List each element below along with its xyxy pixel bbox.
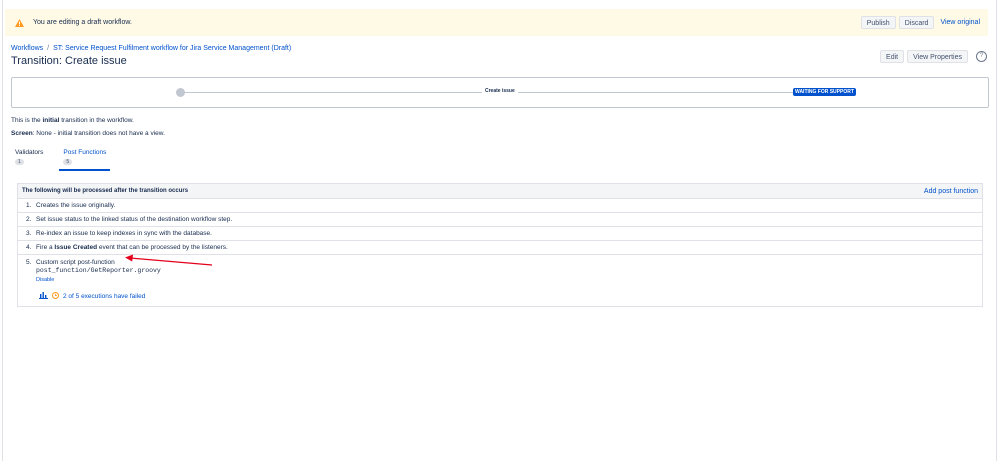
help-icon[interactable]: ? — [976, 51, 987, 62]
info-prefix: This is the — [11, 117, 43, 124]
item4-suffix: event that can be processed by the liste… — [97, 244, 228, 251]
item-number: 5. — [26, 259, 32, 266]
tab-post-functions[interactable]: Post Functions 5 — [59, 149, 111, 171]
panel-title: The following will be processed after th… — [22, 188, 189, 194]
list-item: 2. Set issue status to the linked status … — [18, 213, 982, 227]
transition-diagram: Create issue WAITING FOR SUPPORT — [11, 77, 989, 108]
tab-post-functions-label: Post Functions — [63, 149, 107, 156]
draft-warning-banner: You are editing a draft workflow. Publis… — [5, 9, 988, 36]
breadcrumb-workflows-link[interactable]: Workflows — [11, 45, 43, 52]
header-actions: Edit View Properties ? — [880, 50, 987, 63]
tab-validators[interactable]: Validators 1 — [11, 149, 47, 171]
list-item: 1. Creates the issue originally. — [18, 199, 982, 213]
item4-event-name: Issue Created — [54, 244, 98, 251]
execution-status[interactable]: 2 of 5 executions have failed — [39, 292, 982, 301]
item-number: 1. — [26, 202, 32, 209]
view-original-link[interactable]: View original — [940, 19, 980, 26]
chart-icon — [39, 292, 48, 301]
transition-label: Create issue — [482, 88, 518, 94]
item-text: Re-index an issue to keep indexes in syn… — [36, 230, 212, 237]
tab-post-functions-count: 5 — [63, 159, 73, 165]
info-initial: initial — [42, 117, 60, 124]
list-item: 3. Re-index an issue to keep indexes in s… — [18, 227, 982, 241]
discard-button[interactable]: Discard — [898, 16, 935, 29]
banner-text: You are editing a draft workflow. — [33, 19, 132, 26]
transition-info: This is the initial transition in the wo… — [11, 117, 134, 124]
panel-header: The following will be processed after th… — [18, 184, 982, 199]
item-text: Set issue status to the linked status of… — [36, 216, 233, 223]
breadcrumb-workflow-link[interactable]: ST: Service Request Fulfilment workflow … — [53, 45, 291, 52]
screen-info: Screen: None - initial transition does n… — [11, 130, 165, 137]
annotation-arrow — [125, 254, 213, 266]
target-status-lozenge: WAITING FOR SUPPORT — [793, 88, 856, 96]
disable-link[interactable]: Disable — [36, 277, 982, 283]
screen-value: : None - initial transition does not hav… — [32, 130, 165, 137]
page-title: Transition: Create issue — [11, 55, 127, 67]
item4-prefix: Fire a — [36, 244, 55, 251]
add-post-function-link[interactable]: Add post function — [924, 188, 978, 195]
post-functions-panel: The following will be processed after th… — [17, 183, 983, 307]
item-number: 4. — [26, 244, 32, 251]
tab-validators-label: Validators — [15, 149, 44, 156]
item-number: 2. — [26, 216, 32, 223]
clock-warning-icon — [52, 292, 59, 301]
item5-title: Custom script post-function — [36, 259, 115, 266]
banner-actions: Publish Discard View original — [860, 16, 980, 29]
view-properties-button[interactable]: View Properties — [907, 50, 968, 63]
item-number: 3. — [26, 230, 32, 237]
warning-icon — [15, 18, 25, 28]
execution-failures-link: 2 of 5 executions have failed — [63, 293, 146, 300]
breadcrumb-separator: / — [47, 45, 50, 52]
initial-node — [176, 88, 185, 97]
publish-button[interactable]: Publish — [860, 16, 896, 29]
tabs: Validators 1 Post Functions 5 — [11, 149, 111, 171]
breadcrumb: Workflows / ST: Service Request Fulfilme… — [11, 45, 291, 52]
post-function-list: 1. Creates the issue originally. 2. Set is… — [18, 199, 982, 255]
script-path: post_function/GetReporter.groovy — [36, 267, 161, 274]
edit-button[interactable]: Edit — [880, 50, 905, 63]
info-suffix: transition in the workflow. — [59, 117, 134, 124]
screen-label: Screen — [11, 130, 33, 137]
item-text: Creates the issue originally. — [36, 202, 116, 209]
tab-validators-count: 1 — [15, 159, 24, 165]
